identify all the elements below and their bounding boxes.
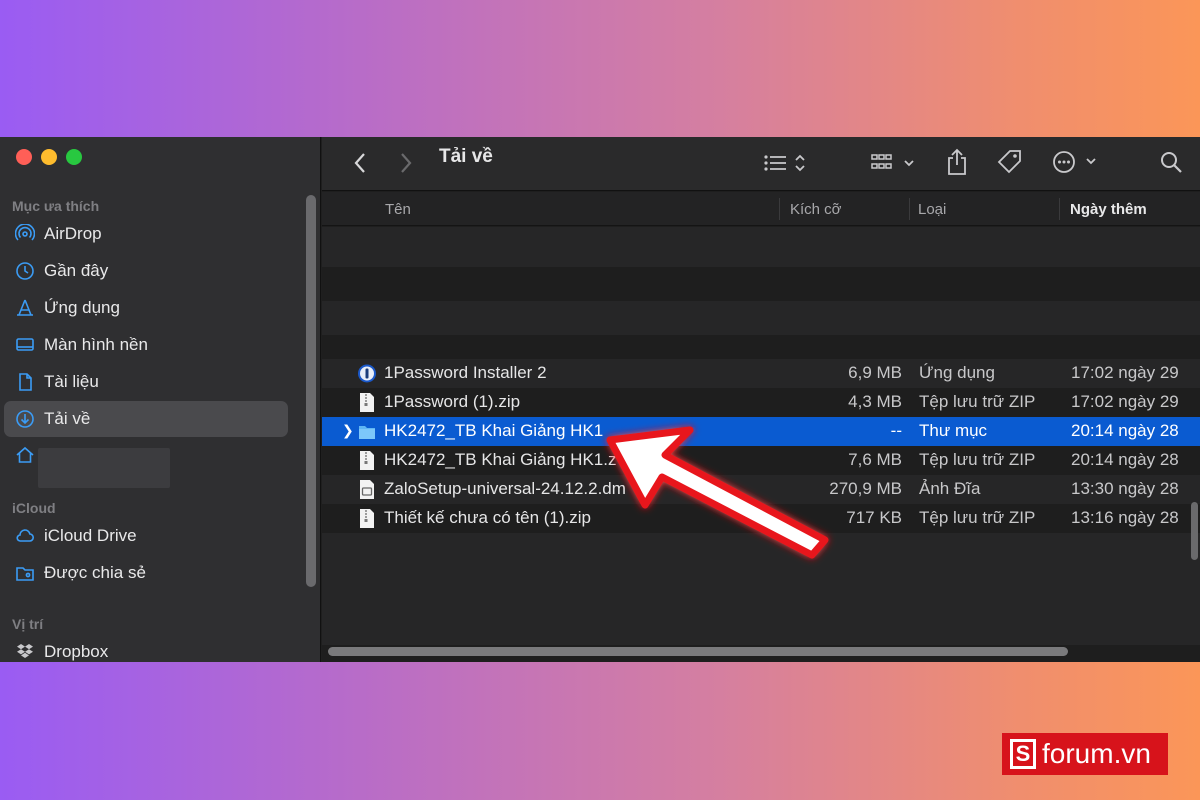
disk-image-icon — [360, 480, 374, 499]
file-date: 13:16 ngày 28 — [1071, 508, 1179, 527]
share-button[interactable] — [942, 145, 972, 179]
sidebar: Mục ưa thích AirDrop Gần đây Ứng dụng Mà… — [0, 137, 321, 662]
sidebar-item-label: Màn hình nền — [44, 335, 148, 354]
tag-icon — [997, 150, 1021, 174]
sidebar-item-desktop[interactable]: Màn hình nền — [4, 327, 288, 363]
share-icon — [948, 148, 966, 175]
zoom-button[interactable] — [66, 149, 82, 165]
column-divider[interactable] — [779, 198, 780, 220]
chevron-left-icon — [354, 153, 365, 173]
sidebar-item-label: Gần đây — [44, 261, 109, 280]
sidebar-item-label: Tài liệu — [44, 372, 99, 391]
finder-window: Mục ưa thích AirDrop Gần đây Ứng dụng Mà… — [0, 137, 1200, 662]
download-icon — [14, 408, 36, 430]
applications-icon — [14, 297, 36, 319]
sidebar-item-label: Ứng dụng — [44, 298, 120, 317]
search-button[interactable] — [1156, 147, 1186, 177]
sidebar-item-label: Tải về — [44, 409, 91, 428]
empty-row — [322, 267, 1200, 301]
file-name: 1Password Installer 2 — [384, 363, 547, 382]
chevron-right-icon — [401, 153, 412, 173]
close-button[interactable] — [16, 149, 32, 165]
tag-button[interactable] — [994, 145, 1026, 179]
sidebar-item-airdrop[interactable]: AirDrop — [4, 216, 288, 252]
column-name[interactable]: Tên — [385, 201, 411, 218]
zip-file-icon — [360, 451, 374, 470]
sidebar-item-icloud-drive[interactable]: iCloud Drive — [4, 518, 288, 554]
sidebar-item-label: Dropbox — [44, 642, 109, 661]
sidebar-scrollbar[interactable] — [306, 195, 316, 587]
file-browser: Tải về Tên Kích cỡ Loại Ngày thêm 1Passw… — [322, 137, 1200, 662]
disclosure-chevron-icon[interactable]: ❯ — [342, 422, 354, 439]
more-actions-button[interactable] — [1050, 147, 1102, 177]
file-kind: Thư mục — [919, 421, 988, 440]
column-header: Tên Kích cỡ Loại Ngày thêm — [322, 192, 1200, 226]
redacted-username — [38, 448, 170, 488]
sidebar-item-label: Được chia sẻ — [44, 563, 146, 582]
file-kind: Tệp lưu trữ ZIP — [919, 508, 1036, 527]
clock-icon — [14, 260, 36, 282]
file-kind: Tệp lưu trữ ZIP — [919, 392, 1036, 411]
column-date-added[interactable]: Ngày thêm — [1070, 201, 1147, 218]
sforum-logo: S forum.vn — [1002, 733, 1168, 775]
group-button[interactable] — [868, 149, 920, 177]
app-icon — [358, 364, 376, 383]
locations-section-title: Vị trí — [12, 616, 44, 632]
window-title: Tải về — [439, 146, 493, 167]
favorites-section-title: Mục ưa thích — [12, 198, 100, 214]
desktop-icon — [14, 334, 36, 356]
icloud-section-title: iCloud — [12, 500, 56, 516]
file-date: 17:02 ngày 29 — [1071, 363, 1179, 382]
file-date: 13:30 ngày 28 — [1071, 479, 1179, 498]
list-vertical-scrollbar[interactable] — [1191, 502, 1198, 560]
home-icon — [14, 444, 36, 466]
file-kind: Ảnh Đĩa — [919, 479, 981, 498]
more-icon — [1053, 151, 1096, 173]
file-date: 20:14 ngày 28 — [1071, 450, 1179, 469]
folder-icon — [359, 426, 375, 439]
empty-row — [322, 301, 1200, 335]
back-button[interactable] — [348, 147, 372, 179]
file-kind: Tệp lưu trữ ZIP — [919, 450, 1036, 469]
minimize-button[interactable] — [41, 149, 57, 165]
sidebar-item-recents[interactable]: Gần đây — [4, 253, 288, 289]
view-list-button[interactable] — [758, 149, 812, 177]
sidebar-item-label: AirDrop — [44, 224, 102, 243]
annotation-arrow-icon — [606, 426, 829, 559]
list-horizontal-scrollbar[interactable] — [328, 647, 1068, 656]
column-size[interactable]: Kích cỡ — [790, 201, 842, 218]
sforum-logo-text: forum.vn — [1042, 738, 1151, 769]
column-kind[interactable]: Loại — [918, 201, 946, 218]
file-date: 17:02 ngày 29 — [1071, 392, 1179, 411]
sidebar-item-applications[interactable]: Ứng dụng — [4, 290, 288, 326]
sidebar-item-documents[interactable]: Tài liệu — [4, 364, 288, 400]
grid-group-icon — [871, 154, 914, 169]
table-row[interactable]: 1Password Installer 2 6,9 MB Ứng dụng 17… — [322, 359, 1200, 388]
file-kind: Ứng dụng — [919, 363, 995, 382]
zip-file-icon — [360, 509, 374, 528]
shared-folder-icon — [14, 562, 36, 584]
sforum-logo-mark: S — [1010, 739, 1036, 769]
forward-button[interactable] — [394, 147, 418, 179]
search-icon — [1161, 152, 1182, 173]
dropbox-icon — [14, 641, 36, 662]
sidebar-item-dropbox[interactable]: Dropbox — [4, 634, 288, 662]
toolbar: Tải về — [322, 137, 1200, 191]
cloud-icon — [14, 525, 36, 547]
sidebar-item-label: iCloud Drive — [44, 526, 137, 545]
file-size: 6,9 MB — [848, 363, 902, 382]
sidebar-item-shared[interactable]: Được chia sẻ — [4, 555, 288, 591]
document-icon — [14, 371, 36, 393]
list-view-icon — [764, 154, 805, 172]
sidebar-item-downloads[interactable]: Tải về — [4, 401, 288, 437]
file-date: 20:14 ngày 28 — [1071, 421, 1179, 440]
column-divider[interactable] — [909, 198, 910, 220]
zip-file-icon — [360, 393, 374, 412]
airdrop-icon — [14, 223, 36, 245]
window-controls — [16, 149, 82, 165]
empty-row — [322, 227, 1200, 267]
column-divider[interactable] — [1059, 198, 1060, 220]
